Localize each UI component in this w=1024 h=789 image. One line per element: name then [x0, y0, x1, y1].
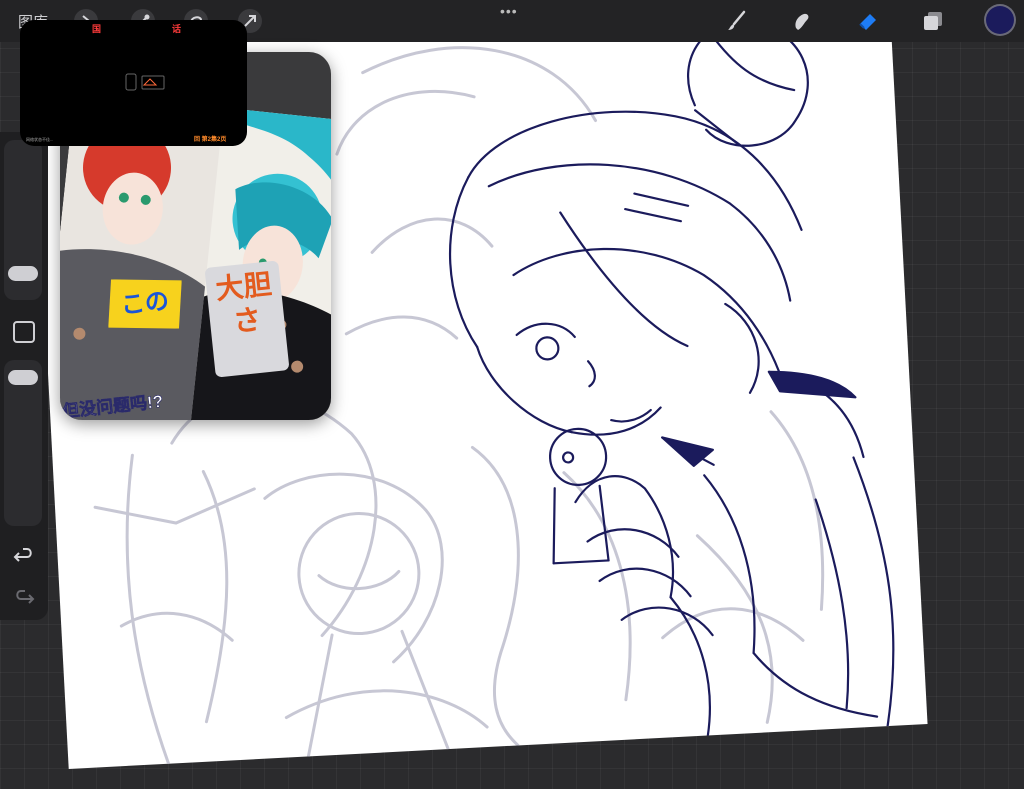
opacity-slider[interactable] [4, 360, 42, 526]
ink-layer [448, 20, 895, 737]
video-badge-left: 国 [92, 24, 102, 34]
eraser-icon[interactable] [854, 8, 880, 34]
modify-button[interactable] [13, 321, 35, 343]
reference-title-kono: この [103, 272, 186, 336]
no-signal-icon [125, 73, 165, 91]
video-caption-right: 回 第2集2页 [194, 137, 227, 143]
video-badge-right: 话 [172, 24, 182, 34]
undo-icon[interactable] [13, 544, 35, 566]
brush-icon[interactable] [724, 8, 750, 34]
opacity-knob[interactable] [8, 370, 38, 385]
left-sidebar [0, 132, 48, 620]
video-caption-left: 网络状态不佳... [26, 137, 54, 142]
color-picker-button[interactable] [986, 6, 1014, 34]
smudge-icon[interactable] [788, 8, 814, 34]
brush-size-slider[interactable] [4, 140, 42, 300]
layers-icon[interactable] [920, 8, 946, 34]
reference-title-main: 大胆さ [204, 260, 290, 378]
more-options-button[interactable]: ••• [500, 3, 518, 19]
floating-video[interactable]: 国 话 网络状态不佳... 回 第2集2页 [20, 20, 247, 146]
redo-icon[interactable] [13, 586, 35, 608]
brush-size-knob[interactable] [8, 266, 38, 281]
